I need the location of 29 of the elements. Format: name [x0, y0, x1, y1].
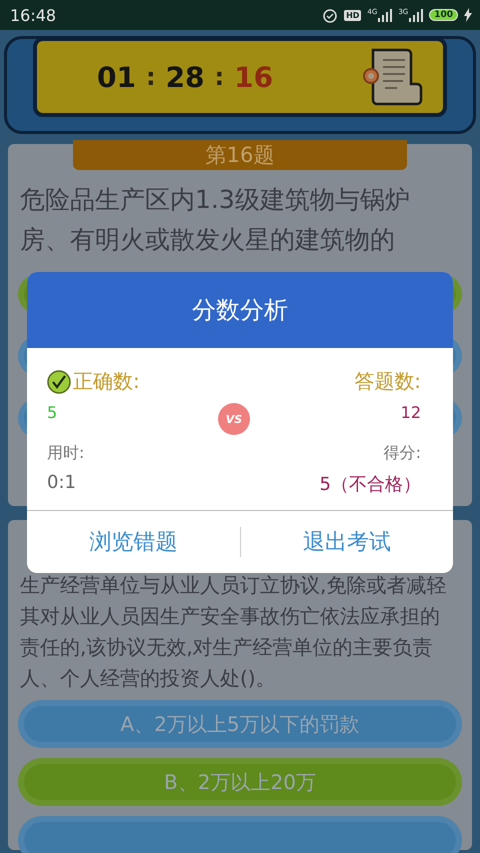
correct-label: 正确数: — [47, 368, 140, 395]
signal-icon — [378, 8, 392, 22]
status-time: 16:48 — [10, 6, 58, 24]
checkmark-icon — [47, 370, 71, 394]
question-number: 第16题 — [73, 140, 407, 170]
battery-level: 100 — [429, 9, 458, 21]
question-text: 危险品生产区内1.3级建筑物与锅炉房、有明火或散发火星的建筑物的 — [19, 184, 411, 256]
score-value: 5（不合格） — [320, 473, 421, 496]
dialog-button[interactable]: 浏览错题 — [27, 511, 240, 573]
timer-minutes: 28 — [166, 60, 205, 94]
answered-label: 答题数: — [354, 368, 421, 395]
question-text: 生产经营单位与从业人员订立协议,免除或者减轻其对从业人员因生产安全事故伤亡依法应承担的责任的,该协议无效,对生产经营单位的主要负责人、个人经营的投资人处()。 — [19, 572, 448, 692]
answered-count: 12 — [400, 403, 421, 424]
score-label: 得分: — [384, 443, 421, 464]
alarm-icon — [322, 7, 338, 23]
versus-badge: VS — [218, 403, 250, 435]
dialog-title: 分数分析 — [27, 272, 453, 348]
timer-separator: : — [214, 63, 224, 91]
timer-seconds: 16 — [234, 60, 274, 94]
time-value: 0:1 — [47, 472, 76, 495]
dialog-button[interactable]: 退出考试 — [240, 511, 453, 573]
answer-option[interactable]: A、2万以上5万以下的罚款 — [18, 700, 462, 748]
hd-badge: HD — [344, 10, 362, 20]
timer-separator: : — [146, 63, 156, 91]
correct-count: 5 — [47, 403, 58, 424]
timer-hours: 01 — [97, 60, 136, 94]
signal-icon — [409, 8, 424, 22]
time-label: 用时: — [47, 443, 84, 464]
charging-icon — [464, 8, 472, 22]
